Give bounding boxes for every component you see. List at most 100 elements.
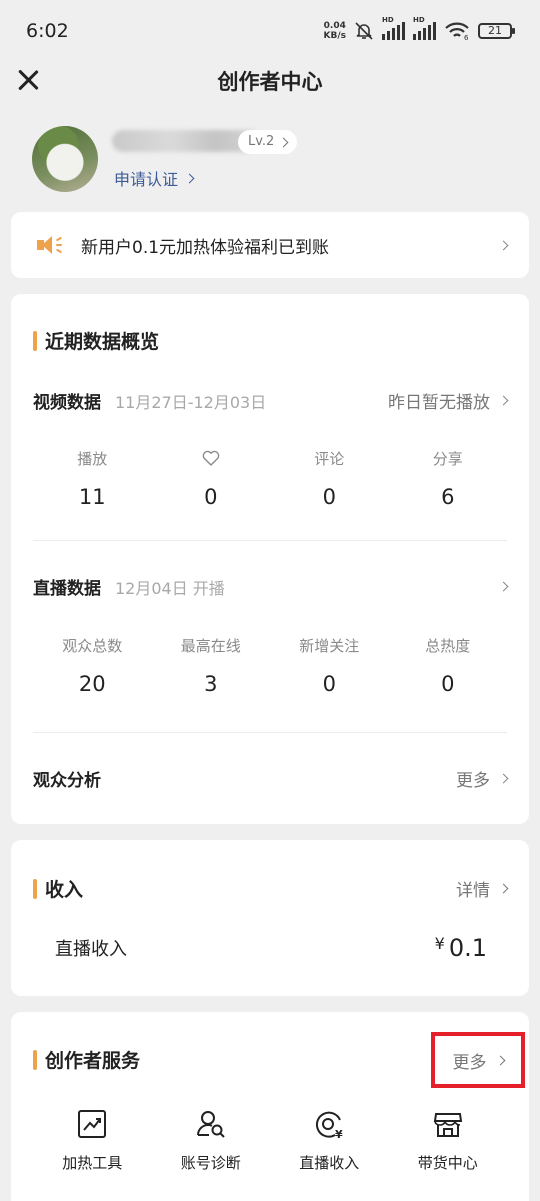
overview-title: 近期数据概览 xyxy=(33,327,159,354)
audience-analysis-label: 观众分析 xyxy=(33,771,101,791)
chevron-right-icon xyxy=(498,773,509,784)
chevron-right-icon xyxy=(278,137,289,147)
status-icons: 0.04 KB/s HD HD 6 21 xyxy=(324,16,515,41)
overview-title-text: 近期数据概览 xyxy=(45,331,160,353)
service-account-diagnosis[interactable]: 账号诊断 xyxy=(152,1108,271,1173)
audience-analysis-row[interactable]: 观众分析 更多 xyxy=(33,766,509,791)
trend-chart-icon xyxy=(78,1110,107,1138)
hd-label-2: HD xyxy=(413,16,425,24)
stat-label: 新增关注 xyxy=(299,636,360,655)
stat-value: 0 xyxy=(322,672,336,696)
status-time: 6:02 xyxy=(26,20,69,42)
stat-label: 评论 xyxy=(314,449,345,468)
chevron-right-icon xyxy=(495,1055,505,1065)
stat-new-follows[interactable]: 新增关注 0 xyxy=(270,634,389,697)
service-label: 直播收入 xyxy=(299,1154,360,1172)
stat-peak-online[interactable]: 最高在线 3 xyxy=(152,634,271,697)
avatar[interactable] xyxy=(32,126,98,192)
chevron-right-icon xyxy=(498,240,509,250)
stat-shares[interactable]: 分享 6 xyxy=(389,447,508,510)
wifi-icon: 6 xyxy=(445,22,469,41)
notice-banner[interactable]: 新用户0.1元加热体验福利已到账 xyxy=(11,212,529,278)
live-income-row[interactable]: 直播收入 ¥0.1 xyxy=(55,934,487,962)
speaker-icon xyxy=(37,234,63,256)
services-title-text: 创作者服务 xyxy=(45,1050,141,1072)
income-title-text: 收入 xyxy=(45,879,84,901)
video-stats: 播放 11 0 评论 0 分享 6 xyxy=(33,447,508,510)
stat-label: 总热度 xyxy=(425,636,471,655)
mute-bell-icon xyxy=(355,22,373,40)
user-search-icon xyxy=(196,1111,225,1138)
live-income-amount: ¥0.1 xyxy=(435,934,487,962)
header: 创作者中心 xyxy=(0,62,540,102)
video-data-label: 视频数据 xyxy=(33,393,101,413)
stat-value: 0 xyxy=(441,672,455,696)
hd-label-1: HD xyxy=(382,16,394,24)
live-data-row[interactable]: 直播数据 12月04日 开播 xyxy=(33,574,509,599)
live-data-label: 直播数据 xyxy=(33,579,101,599)
stat-value: 3 xyxy=(204,672,218,696)
services-grid: 加热工具 账号诊断 ¥ 直播收入 带货中心 xyxy=(33,1108,507,1173)
signal-icon-2: HD xyxy=(413,16,436,40)
stat-viewers[interactable]: 观众总数 20 xyxy=(33,634,152,697)
stat-comments[interactable]: 评论 0 xyxy=(270,447,389,510)
stat-plays[interactable]: 播放 11 xyxy=(33,447,152,510)
service-label: 带货中心 xyxy=(417,1154,478,1172)
notice-text: 新用户0.1元加热体验福利已到账 xyxy=(81,237,330,258)
verify-label: 申请认证 xyxy=(114,170,179,189)
network-speed-value: 0.04 xyxy=(323,21,346,31)
network-speed-unit: KB/s xyxy=(323,31,346,41)
service-live-income[interactable]: ¥ 直播收入 xyxy=(270,1108,389,1173)
services-more-button[interactable]: 更多 xyxy=(431,1032,525,1088)
creator-services-card: 创作者服务 更多 加热工具 账号诊断 ¥ 直播收入 带货中心 xyxy=(11,1012,529,1201)
accent-bar xyxy=(33,330,37,351)
stat-label: 观众总数 xyxy=(62,636,123,655)
income-detail-text: 详情 xyxy=(456,881,490,901)
chevron-right-icon xyxy=(498,883,509,894)
video-data-row[interactable]: 视频数据 11月27日-12月03日 昨日暂无播放 xyxy=(33,388,509,413)
income-title: 收入 xyxy=(33,875,83,902)
battery-icon: 21 xyxy=(478,23,515,39)
stat-likes[interactable]: 0 xyxy=(152,447,271,509)
signal-icon-1: HD xyxy=(382,16,405,40)
network-speed: 0.04 KB/s xyxy=(324,21,346,41)
shop-icon xyxy=(433,1113,462,1137)
chevron-right-icon xyxy=(184,173,195,183)
service-label: 账号诊断 xyxy=(180,1154,241,1172)
income-detail-link[interactable]: 详情 xyxy=(456,876,509,901)
level-badge[interactable]: Lv.2 xyxy=(238,130,298,154)
video-status[interactable]: 昨日暂无播放 xyxy=(388,388,509,413)
stat-value: 0 xyxy=(204,485,218,509)
verify-link[interactable]: 申请认证 xyxy=(114,166,195,190)
level-label: Lv.2 xyxy=(248,134,275,149)
audience-more-text: 更多 xyxy=(456,771,490,791)
stat-value: 11 xyxy=(78,485,106,509)
live-date: 12月04日 开播 xyxy=(115,578,225,598)
stat-label: 最高在线 xyxy=(180,636,241,655)
service-label: 加热工具 xyxy=(62,1154,123,1172)
live-income-icon: ¥ xyxy=(316,1111,343,1140)
wifi-sub-label: 6 xyxy=(464,34,469,41)
services-title: 创作者服务 xyxy=(33,1046,140,1073)
chevron-right-icon xyxy=(498,395,509,406)
income-card: 收入 详情 直播收入 ¥0.1 xyxy=(11,840,529,996)
accent-bar xyxy=(33,1049,37,1070)
stat-total-heat[interactable]: 总热度 0 xyxy=(389,634,508,697)
live-income-label: 直播收入 xyxy=(55,939,127,960)
service-boost-tool[interactable]: 加热工具 xyxy=(33,1108,152,1173)
income-amount-value: 0.1 xyxy=(448,934,487,962)
stat-label: 分享 xyxy=(432,449,463,468)
live-stats: 观众总数 20 最高在线 3 新增关注 0 总热度 0 xyxy=(33,634,508,697)
stat-value: 6 xyxy=(441,485,455,509)
battery-level: 21 xyxy=(488,24,502,37)
video-date-range: 11月27日-12月03日 xyxy=(115,392,267,412)
divider xyxy=(33,540,507,541)
heart-icon xyxy=(202,450,220,466)
stat-value: 0 xyxy=(322,485,336,509)
overview-card: 近期数据概览 视频数据 11月27日-12月03日 昨日暂无播放 播放 11 0… xyxy=(11,294,529,824)
stat-value: 20 xyxy=(78,672,106,696)
stat-label: 播放 xyxy=(77,449,108,468)
audience-more-link[interactable]: 更多 xyxy=(456,766,509,791)
video-status-text: 昨日暂无播放 xyxy=(388,393,490,413)
service-shop-center[interactable]: 带货中心 xyxy=(389,1108,508,1173)
